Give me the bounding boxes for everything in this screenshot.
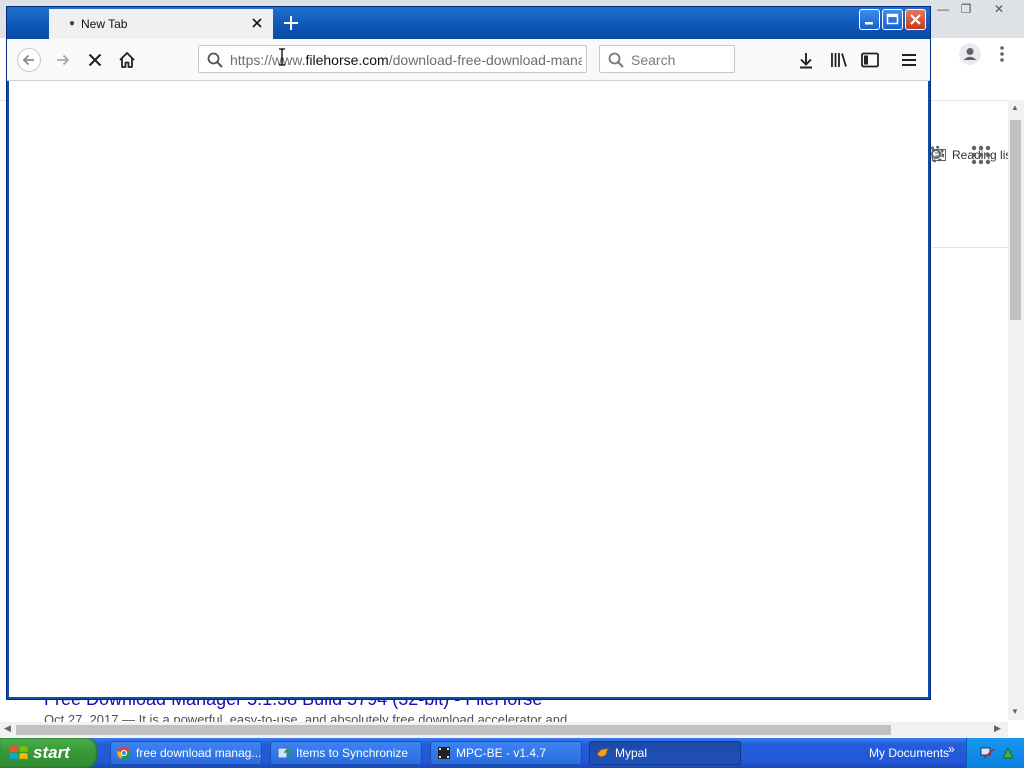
downloads-arrow-icon[interactable] bbox=[794, 48, 818, 72]
url-search-icon bbox=[207, 52, 223, 68]
system-tray bbox=[966, 738, 1024, 768]
mypal-icon bbox=[596, 747, 610, 758]
mypal-browser-window: ● New Tab https://www.filehorse.com/down… bbox=[6, 6, 931, 700]
search-result-snippet: Oct 27, 2017 — It is a powerful, easy-to… bbox=[44, 712, 568, 722]
taskbar-item-label: Items to Synchronize bbox=[296, 746, 409, 760]
tab-new-tab[interactable]: ● New Tab bbox=[49, 7, 273, 39]
sync-icon bbox=[277, 747, 291, 759]
taskbar-item-sync[interactable]: Items to Synchronize bbox=[270, 741, 422, 765]
close-button[interactable] bbox=[905, 9, 926, 30]
new-tab-plus-icon[interactable] bbox=[281, 13, 301, 33]
mpc-icon bbox=[438, 747, 450, 759]
start-label: start bbox=[33, 743, 70, 762]
my-documents-toolbar[interactable]: My Documents bbox=[869, 746, 949, 760]
search-icon bbox=[608, 52, 624, 68]
stop-loading-icon[interactable] bbox=[83, 48, 107, 72]
scroll-right-arrow-icon[interactable]: ▶ bbox=[994, 723, 1001, 734]
taskbar-item-label: MPC-BE - v1.4.7 bbox=[456, 746, 547, 760]
chrome-icon bbox=[117, 746, 131, 760]
close-icon bbox=[910, 14, 921, 25]
back-arrow-icon[interactable] bbox=[17, 48, 41, 72]
tab-close-icon[interactable] bbox=[249, 15, 265, 31]
network-tray-icon[interactable] bbox=[980, 745, 996, 761]
search-bar[interactable]: Search bbox=[599, 45, 735, 73]
minimize-button[interactable] bbox=[859, 9, 880, 30]
toolbar-chevron-icon[interactable]: » bbox=[948, 742, 955, 756]
url-bar[interactable]: https://www.filehorse.com/download-free-… bbox=[198, 45, 587, 73]
url-prefix: https://www. bbox=[230, 52, 306, 68]
tab-title: New Tab bbox=[81, 17, 128, 31]
taskbar-item-label: Mypal bbox=[615, 746, 648, 760]
profile-icon[interactable] bbox=[958, 42, 982, 66]
minimize-icon bbox=[865, 22, 873, 25]
vertical-scroll-thumb[interactable] bbox=[1010, 120, 1021, 320]
hamburger-menu-icon[interactable] bbox=[897, 48, 921, 72]
taskbar-item-mypal[interactable]: Mypal bbox=[589, 741, 741, 765]
mypal-titlebar: ● New Tab bbox=[7, 7, 930, 39]
scroll-down-arrow-icon[interactable]: ▼ bbox=[1011, 707, 1019, 716]
url-path: /download-free-download-manager bbox=[388, 52, 582, 68]
library-icon[interactable] bbox=[827, 48, 851, 72]
taskbar-item-mpc-be[interactable]: MPC-BE - v1.4.7 bbox=[430, 741, 582, 765]
url-domain: filehorse.com bbox=[305, 52, 389, 68]
windows-flag-icon bbox=[10, 746, 28, 760]
scroll-left-arrow-icon[interactable]: ◀ bbox=[4, 723, 11, 734]
taskbar: start free download manag... Items to Sy… bbox=[0, 738, 1024, 768]
maximize-icon bbox=[886, 13, 899, 25]
start-button[interactable]: start bbox=[0, 738, 98, 768]
maximize-button[interactable] bbox=[882, 9, 903, 30]
apps-grid-icon[interactable] bbox=[970, 144, 992, 166]
navigation-toolbar: https://www.filehorse.com/download-free-… bbox=[7, 39, 930, 81]
scroll-up-arrow-icon[interactable]: ▲ bbox=[1011, 103, 1019, 112]
forward-arrow-icon[interactable] bbox=[51, 48, 75, 72]
safely-remove-tray-icon[interactable] bbox=[1000, 745, 1016, 761]
horizontal-scroll-thumb[interactable] bbox=[16, 725, 891, 735]
search-placeholder: Search bbox=[631, 52, 676, 68]
tab-loading-dot-icon: ● bbox=[69, 18, 76, 29]
taskbar-item-chrome[interactable]: free download manag... bbox=[110, 741, 262, 765]
taskbar-item-label: free download manag... bbox=[136, 746, 262, 760]
home-icon[interactable] bbox=[115, 48, 139, 72]
bg-close-button[interactable]: ✕ bbox=[984, 0, 1014, 18]
kebab-menu-icon[interactable] bbox=[996, 44, 1008, 64]
page-content-blank[interactable] bbox=[9, 81, 928, 697]
text-cursor-icon bbox=[279, 48, 285, 66]
bg-restore-button[interactable]: ❐ bbox=[951, 0, 981, 18]
sidebar-toggle-icon[interactable] bbox=[858, 48, 882, 72]
background-divider bbox=[932, 247, 1008, 248]
